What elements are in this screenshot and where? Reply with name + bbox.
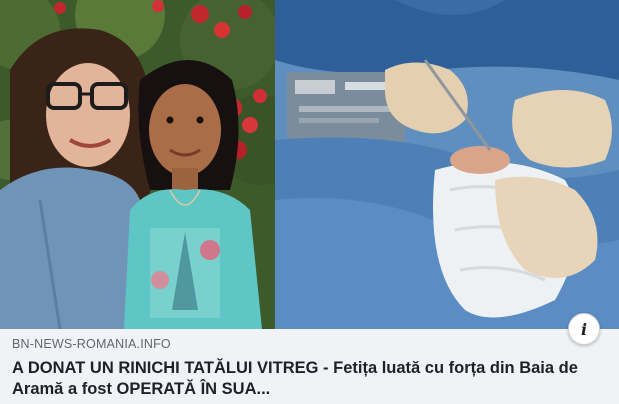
link-meta[interactable]: BN-NEWS-ROMANIA.INFO A DONAT UN RINICHI …	[12, 336, 607, 400]
link-domain: BN-NEWS-ROMANIA.INFO	[12, 337, 171, 351]
preview-media[interactable]: i	[0, 0, 619, 345]
surgery-photo	[275, 0, 619, 329]
link-preview-card[interactable]: i BN-NEWS-ROMANIA.INFO A DONAT UN RINICH…	[0, 0, 619, 404]
link-headline[interactable]: A DONAT UN RINICHI TATĂLUI VITREG - Feti…	[12, 358, 607, 400]
woman-and-girl-photo	[0, 0, 275, 329]
